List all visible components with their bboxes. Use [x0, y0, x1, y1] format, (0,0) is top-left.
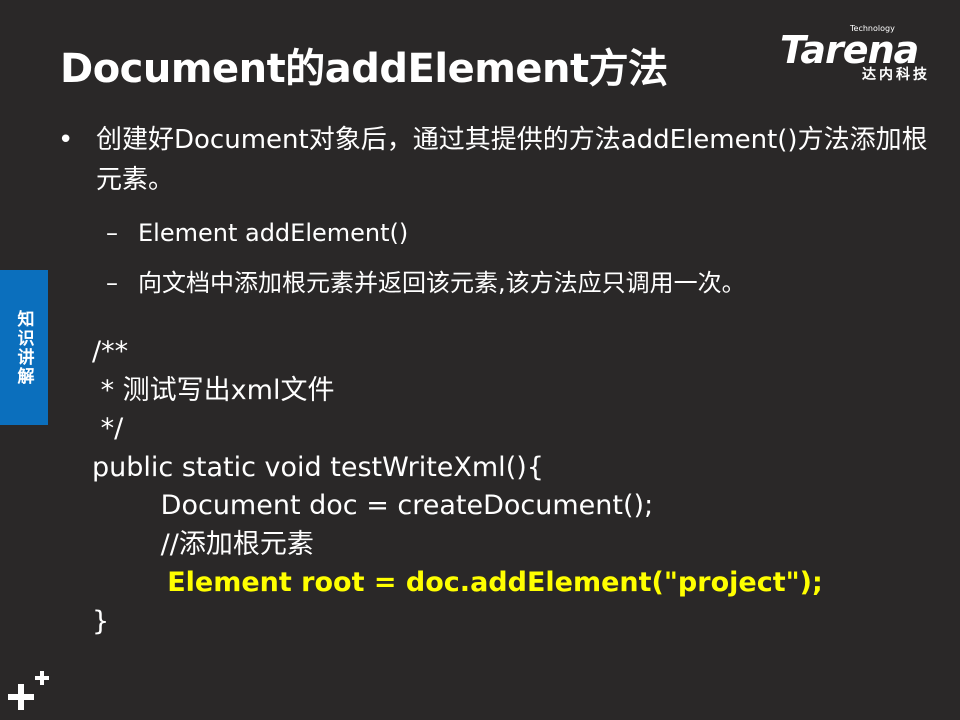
sub-bullet-1: – Element addElement() — [58, 218, 938, 248]
bullet-main: • 创建好Document对象后，通过其提供的方法addElement()方法添… — [58, 120, 938, 200]
bullet-dot: • — [58, 125, 74, 155]
code-line-highlighted: Element root = doc.addElement("project")… — [92, 567, 823, 598]
tarena-logo: Technology Tarena 达内科技 — [780, 24, 945, 84]
sub-bullet-2-text: 向文档中添加根元素并返回该元素,该方法应只调用一次。 — [138, 269, 746, 297]
sub-bullet-2: – 向文档中添加根元素并返回该元素,该方法应只调用一次。 — [58, 268, 938, 298]
bullet-list: • 创建好Document对象后，通过其提供的方法addElement()方法添… — [58, 120, 938, 298]
side-tab: 知识讲解 — [0, 270, 48, 425]
slide: Document的addElement方法 Technology Tarena … — [0, 0, 960, 720]
slide-title: Document的addElement方法 — [60, 46, 668, 92]
bullet-main-text: 创建好Document对象后，通过其提供的方法addElement()方法添加根… — [96, 125, 928, 195]
logo-chinese-text: 达内科技 — [862, 67, 930, 83]
side-tab-label: 知识讲解 — [13, 309, 34, 386]
sub-bullet-dash: – — [106, 219, 118, 247]
code-line: * 测试写出xml文件 — [92, 374, 335, 406]
code-line: */ — [92, 413, 124, 444]
code-line: //添加根元素 — [92, 528, 314, 560]
sub-bullet-1-text: Element addElement() — [138, 219, 409, 247]
plus-icon — [8, 671, 49, 710]
code-line: public static void testWriteXml(){ — [92, 451, 544, 483]
code-block: /** * 测试写出xml文件 */ public static void tes… — [92, 333, 823, 641]
code-line: /** — [92, 336, 129, 367]
sub-bullet-dash: – — [106, 269, 118, 297]
code-line: } — [92, 605, 110, 637]
code-line: Document doc = createDocument(); — [92, 490, 654, 521]
